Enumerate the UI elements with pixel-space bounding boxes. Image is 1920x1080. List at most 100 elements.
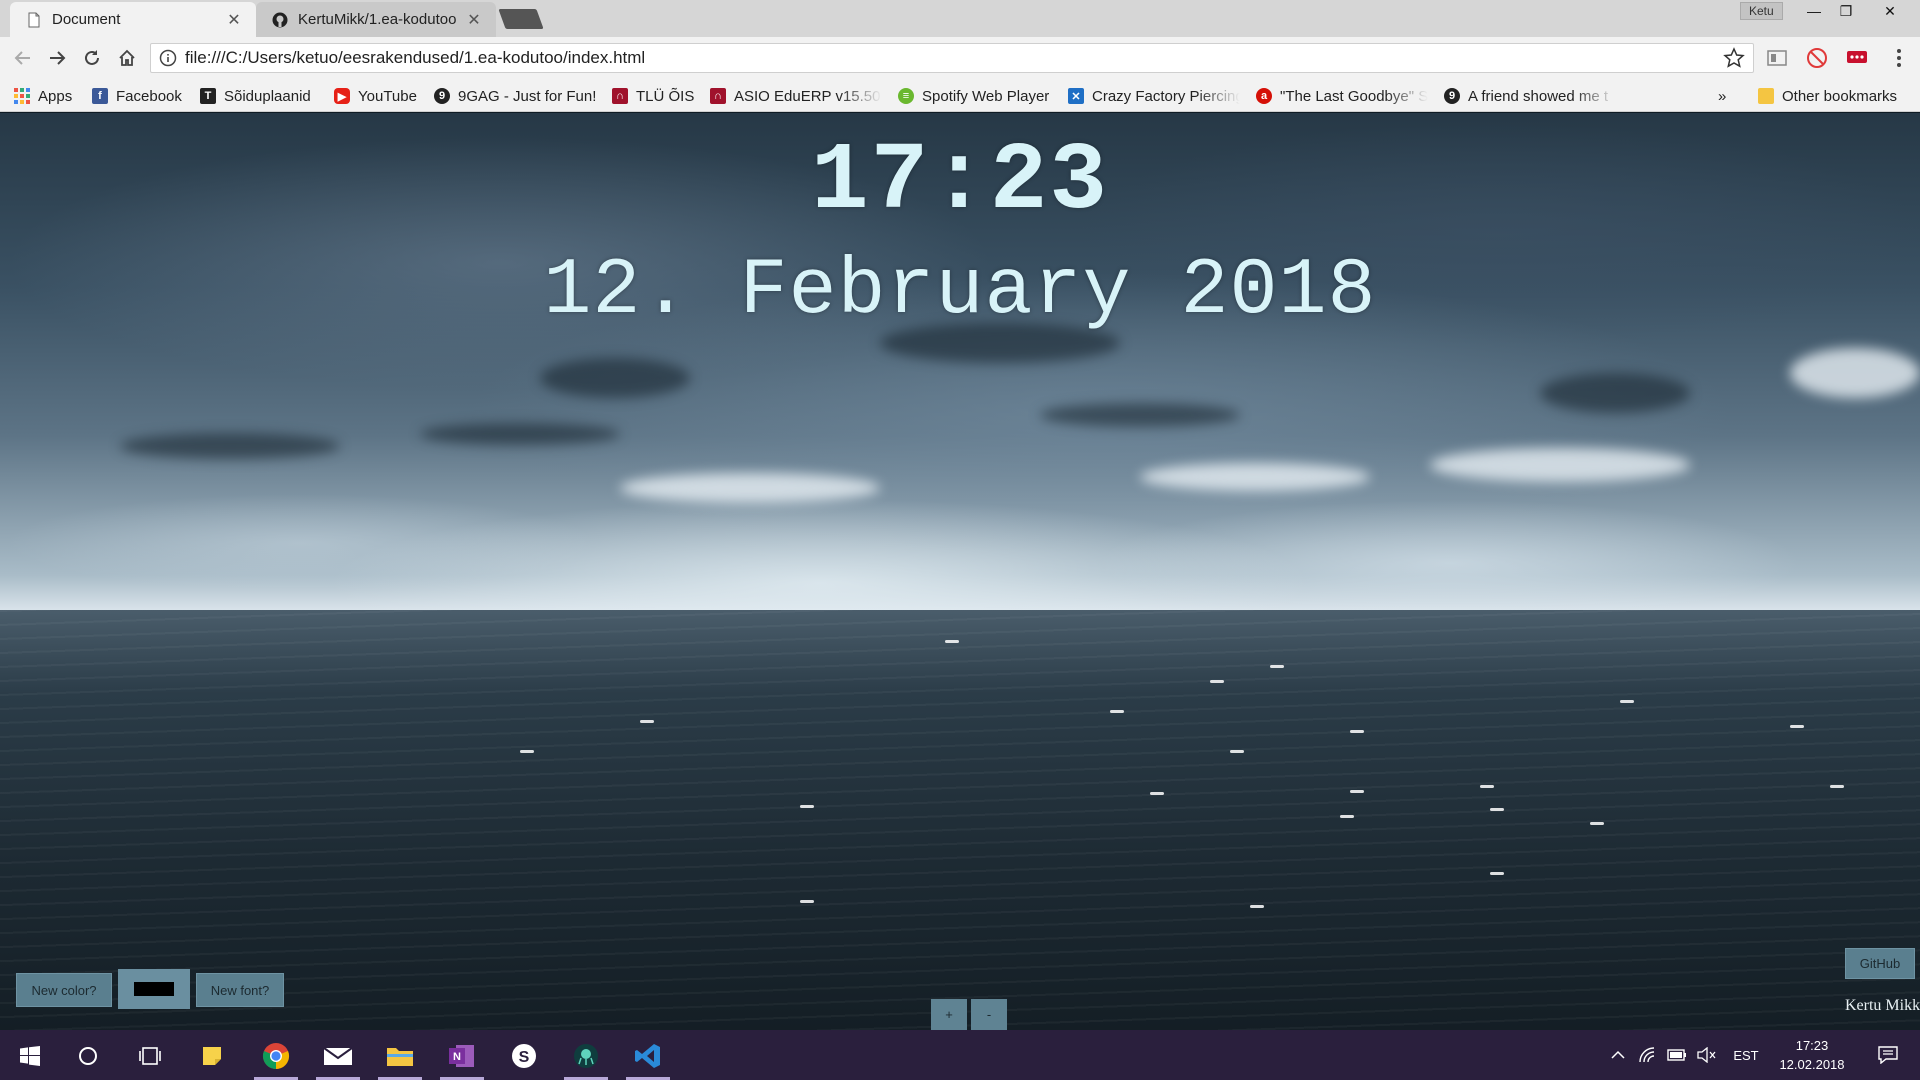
other-bookmarks[interactable]: Other bookmarks xyxy=(1758,85,1897,107)
clock-time: 17:23 xyxy=(810,127,1110,236)
bookmark-last-goodbye[interactable]: a "The Last Goodbye" S xyxy=(1256,85,1428,107)
close-tab-icon[interactable]: ✕ xyxy=(466,10,482,30)
browser-titlebar: Document ✕ KertuMikk/1.ea-kodutoo ✕ Ketu… xyxy=(0,0,1920,37)
decrease-size-button[interactable]: - xyxy=(971,999,1007,1030)
github-icon xyxy=(272,12,288,27)
reader-extension-icon[interactable] xyxy=(1766,47,1788,69)
bookmark-label: YouTube xyxy=(358,87,417,105)
bookmark-tlu-ois[interactable]: ∩ TLÜ ÕIS xyxy=(612,85,694,107)
page-viewport: 17:23 12. February 2018 New color? New f… xyxy=(0,113,1920,1030)
sea-background xyxy=(0,610,1920,1030)
forward-button[interactable] xyxy=(44,45,70,71)
new-font-button[interactable]: New font? xyxy=(196,973,284,1007)
bookmark-label: A friend showed me t xyxy=(1468,87,1609,105)
forward-arrow-icon xyxy=(50,51,66,65)
svg-text:N: N xyxy=(453,1051,461,1063)
bookmark-crazy-factory[interactable]: ✕ Crazy Factory Piercing xyxy=(1068,85,1240,107)
back-arrow-icon xyxy=(14,51,30,65)
bookmark-label: Sõiduplaanid xyxy=(224,87,311,105)
lastpass-icon[interactable] xyxy=(1846,47,1868,69)
home-button[interactable] xyxy=(114,45,140,71)
color-picker[interactable] xyxy=(118,969,190,1009)
close-window-icon[interactable]: ✕ xyxy=(1870,0,1910,22)
info-icon[interactable] xyxy=(159,49,177,67)
tab-label: KertuMikk/1.ea-kodutoo xyxy=(298,11,457,28)
url-text: file:///C:/Users/ketuo/eesrakendused/1.e… xyxy=(185,48,646,67)
bookmark-9gag[interactable]: 9 9GAG - Just for Fun! xyxy=(434,85,596,107)
vscode-icon[interactable] xyxy=(622,1035,674,1080)
chrome-icon[interactable] xyxy=(250,1035,302,1080)
action-center-icon[interactable] xyxy=(1870,1044,1906,1066)
folder-icon xyxy=(1758,88,1774,104)
reload-icon xyxy=(85,50,99,65)
bookmarks-bar: Apps f Facebook T Sõiduplaanid ▶ YouTube… xyxy=(0,79,1920,112)
restore-icon[interactable]: ❐ xyxy=(1826,0,1866,22)
input-language[interactable]: EST xyxy=(1726,1044,1766,1066)
tlu-icon: ∩ xyxy=(710,88,726,104)
bookmark-label: Other bookmarks xyxy=(1782,87,1898,105)
bookmark-youtube[interactable]: ▶ YouTube xyxy=(334,85,417,107)
youtube-icon: ▶ xyxy=(334,88,350,104)
file-explorer-icon[interactable] xyxy=(374,1035,426,1080)
bookmark-asio[interactable]: ∩ ASIO EduERP v15.50 xyxy=(710,85,882,107)
battery-icon[interactable] xyxy=(1664,1044,1690,1066)
page-icon xyxy=(28,12,40,27)
bookmark-soiduplaanid[interactable]: T Sõiduplaanid xyxy=(200,85,311,107)
9gag-icon: 9 xyxy=(434,88,450,104)
gitkraken-icon[interactable] xyxy=(560,1035,612,1080)
github-link-button[interactable]: GitHub xyxy=(1845,948,1915,979)
skype-icon[interactable]: S xyxy=(498,1035,550,1077)
new-color-button[interactable]: New color? xyxy=(16,973,112,1007)
wifi-icon[interactable] xyxy=(1636,1044,1660,1066)
tab-label: Document xyxy=(52,11,121,28)
bookmark-label: 9GAG - Just for Fun! xyxy=(458,87,597,105)
bookmark-label: "The Last Goodbye" S xyxy=(1280,87,1428,105)
task-view-icon[interactable] xyxy=(124,1035,176,1077)
tlu-icon: ∩ xyxy=(612,88,628,104)
tab-github[interactable]: KertuMikk/1.ea-kodutoo ✕ xyxy=(256,2,496,37)
menu-icon[interactable] xyxy=(1888,47,1910,69)
taskbar-time: 17:23 xyxy=(1795,1038,1829,1053)
onenote-icon[interactable]: N xyxy=(436,1035,488,1080)
volume-muted-icon[interactable] xyxy=(1694,1044,1720,1066)
bookmarks-overflow-button[interactable]: » xyxy=(1718,85,1726,107)
browser-toolbar: file:///C:/Users/ketuo/eesrakendused/1.e… xyxy=(0,37,1920,79)
bookmark-spotify[interactable]: ≡ Spotify Web Player xyxy=(898,85,1049,107)
bookmark-friend-showed[interactable]: 9 A friend showed me t xyxy=(1444,85,1616,107)
clock-date: 12. February 2018 xyxy=(543,246,1377,337)
bookmark-label: Crazy Factory Piercing xyxy=(1092,87,1240,105)
profile-badge[interactable]: Ketu xyxy=(1740,2,1783,20)
author-name: Kertu Mikk xyxy=(1845,997,1920,1014)
9gag-icon: 9 xyxy=(1444,88,1460,104)
start-icon[interactable] xyxy=(4,1035,56,1077)
tallinn-transport-icon: T xyxy=(200,88,216,104)
windows-taskbar: N S EST 17:23 12.02.2018 xyxy=(0,1030,1920,1080)
reload-button[interactable] xyxy=(79,45,105,71)
taskbar-clock[interactable]: 17:23 12.02.2018 xyxy=(1766,1036,1858,1074)
color-swatch xyxy=(134,982,174,996)
apps-grid-icon xyxy=(14,88,30,104)
sticky-notes-icon[interactable] xyxy=(186,1035,238,1077)
bookmark-star-icon[interactable] xyxy=(1723,47,1745,69)
bookmark-apps[interactable]: Apps xyxy=(14,85,72,107)
facebook-icon: f xyxy=(92,88,108,104)
spotify-icon: ≡ xyxy=(898,88,914,104)
taskbar-date: 12.02.2018 xyxy=(1779,1057,1845,1072)
lastfm-icon: a xyxy=(1256,88,1272,104)
address-bar[interactable]: file:///C:/Users/ketuo/eesrakendused/1.e… xyxy=(150,43,1754,73)
tab-document[interactable]: Document ✕ xyxy=(10,2,256,37)
increase-size-button[interactable]: + xyxy=(931,999,967,1030)
back-button[interactable] xyxy=(10,45,36,71)
bookmark-label: Apps xyxy=(38,87,73,105)
close-tab-icon[interactable]: ✕ xyxy=(226,10,242,30)
svg-text:S: S xyxy=(519,1049,530,1066)
bookmark-label: Facebook xyxy=(116,87,182,105)
adblock-icon[interactable] xyxy=(1806,47,1828,69)
show-hidden-icons-icon[interactable] xyxy=(1606,1044,1630,1066)
cortana-icon[interactable] xyxy=(62,1035,114,1077)
bookmark-label: TLÜ ÕIS xyxy=(636,87,695,105)
bookmark-facebook[interactable]: f Facebook xyxy=(92,85,182,107)
bookmark-label: Spotify Web Player xyxy=(922,87,1050,105)
mail-icon[interactable] xyxy=(312,1035,364,1080)
new-tab-button[interactable] xyxy=(498,9,544,29)
